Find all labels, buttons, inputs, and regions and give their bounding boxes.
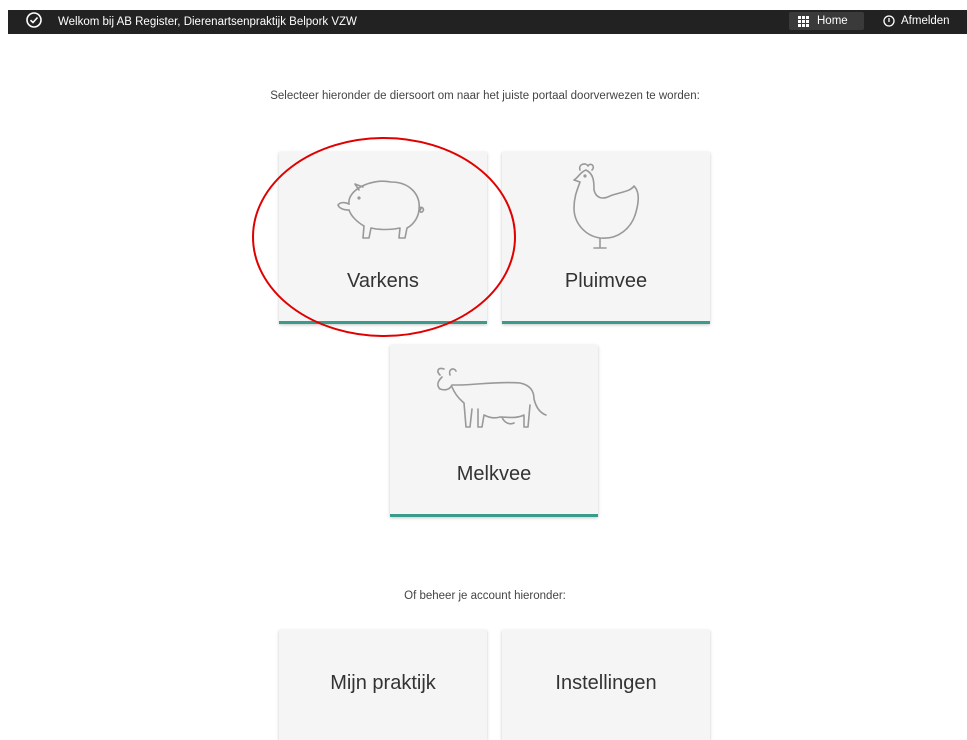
power-icon [883,15,895,27]
tile-mijn-praktijk[interactable]: Mijn praktijk [279,630,487,740]
tile-label: Varkens [347,270,419,292]
home-button[interactable]: Home [789,12,864,30]
chicken-icon [573,163,639,249]
intro-text: Selecteer hieronder de diersoort om naar… [270,90,700,102]
tile-label: Melkvee [456,463,532,485]
grid-icon [798,15,809,27]
account-text: Of beheer je account hieronder: [404,590,566,602]
logout-button[interactable]: Afmelden [883,12,950,30]
welcome-text: Welkom bij AB Register, Dierenartsenprak… [58,16,357,28]
top-bar: Welkom bij AB Register, Dierenartsenprak… [0,0,967,35]
tile-label: Pluimvee [564,270,648,292]
tile-instellingen[interactable]: Instellingen [502,630,710,740]
cow-icon [437,367,547,428]
tile-pluimvee[interactable]: Pluimvee [502,152,710,324]
tile-label: Mijn praktijk [330,672,436,694]
home-label: Home [817,15,848,27]
logout-label: Afmelden [901,15,950,27]
tile-label: Instellingen [555,672,657,694]
tile-varkens[interactable]: Varkens [279,152,487,324]
pig-icon [337,180,425,239]
check-circle-icon [26,12,42,28]
tile-melkvee[interactable]: Melkvee [390,345,598,517]
top-bar-inner: Welkom bij AB Register, Dierenartsenprak… [8,10,967,34]
